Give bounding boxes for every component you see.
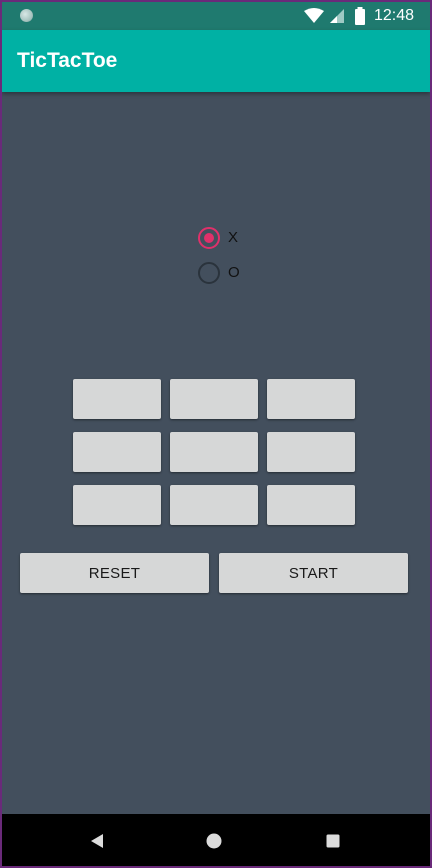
board-cell-6[interactable] [267, 432, 355, 472]
navigation-bar [2, 814, 430, 866]
reset-button[interactable]: RESET [20, 553, 209, 593]
app-bar: TicTacToe [2, 30, 430, 92]
radio-option-o[interactable]: O [198, 260, 258, 295]
board-cell-2[interactable] [170, 379, 258, 419]
radio-selected-icon[interactable] [198, 227, 220, 249]
status-bar: 12:48 [2, 2, 430, 30]
start-button[interactable]: START [219, 553, 408, 593]
wifi-icon [304, 8, 324, 23]
radio-label-o[interactable]: O [228, 264, 240, 282]
board-cell-9[interactable] [267, 485, 355, 525]
board-cell-7[interactable] [73, 485, 161, 525]
battery-icon [355, 7, 365, 25]
radio-option-x[interactable]: X [198, 225, 258, 260]
home-icon[interactable] [206, 833, 222, 849]
board-cell-8[interactable] [170, 485, 258, 525]
board-cell-5[interactable] [170, 432, 258, 472]
status-time: 12:48 [373, 7, 414, 24]
cell-signal-icon [330, 9, 344, 23]
radio-unselected-icon[interactable] [198, 262, 220, 284]
radio-label-x[interactable]: X [228, 229, 238, 247]
app-screen: 12:48 TicTacToe X O RESET START [2, 2, 430, 866]
recents-icon[interactable] [326, 834, 340, 848]
board-cell-1[interactable] [73, 379, 161, 419]
board-cell-3[interactable] [267, 379, 355, 419]
player-radio-group: X O [198, 225, 258, 295]
board-cell-4[interactable] [73, 432, 161, 472]
back-icon[interactable] [90, 833, 104, 849]
notification-dot-icon [20, 9, 33, 22]
status-icons [304, 7, 366, 25]
app-title: TicTacToe [17, 49, 118, 72]
